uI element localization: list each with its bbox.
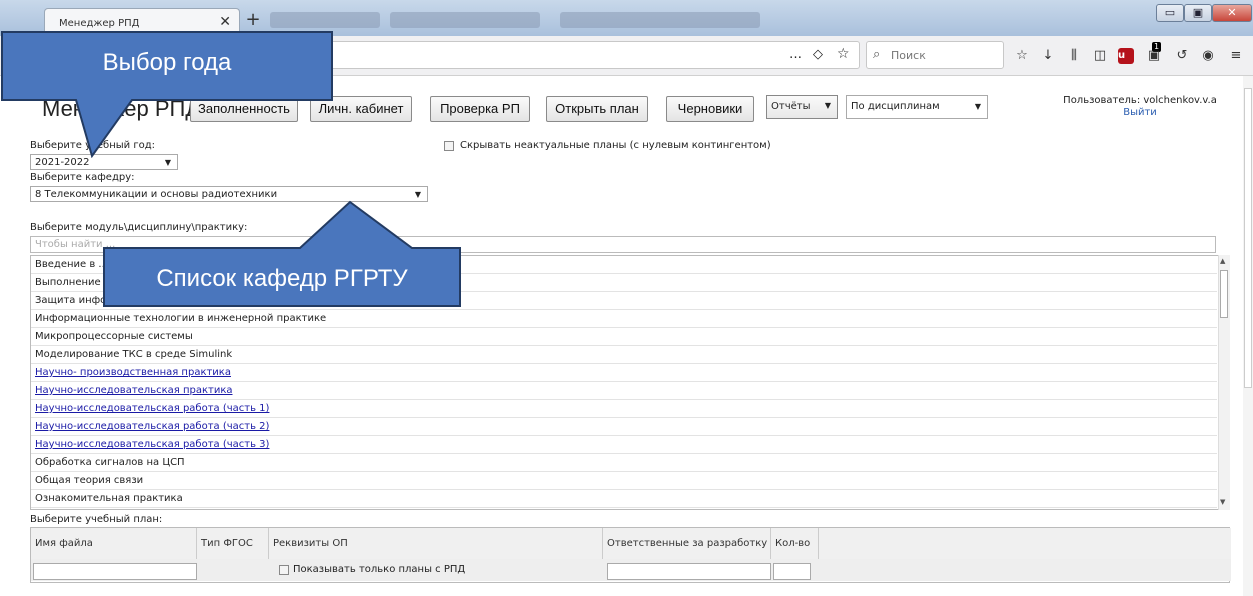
logout-link[interactable]: Выйти <box>1050 107 1230 118</box>
open-plan-button[interactable]: Открыть план <box>546 96 648 122</box>
column-header-op[interactable]: Реквизиты ОП <box>269 528 603 559</box>
filename-filter-input[interactable] <box>33 563 197 580</box>
search-input[interactable]: ⌕ Поиск <box>866 41 1004 69</box>
download-icon[interactable]: ↓ <box>1038 46 1058 66</box>
count-filter-input[interactable] <box>773 563 811 580</box>
reports-dropdown[interactable]: Отчёты ▼ <box>766 95 838 119</box>
maximize-button[interactable]: ▣ <box>1184 4 1212 22</box>
plan-table-filter-row: Показывать только планы с РПД <box>31 559 1231 581</box>
list-item[interactable]: Научно-исследовательская практика <box>31 382 1217 400</box>
chevron-down-icon: ▼ <box>974 102 981 111</box>
chevron-down-icon: ▼ <box>414 190 421 199</box>
year-callout-text: Выбор года <box>102 49 232 76</box>
list-item[interactable]: Обработка сигналов на ЦСП <box>31 454 1217 472</box>
reports-label: Отчёты <box>771 101 811 112</box>
view-select-value: По дисциплинам <box>851 101 940 112</box>
pocket-icon[interactable]: ◇ <box>813 47 823 62</box>
list-scrollbar-thumb[interactable] <box>1220 270 1228 318</box>
list-item[interactable]: Ознакомительная практика <box>31 490 1217 508</box>
check-rp-button[interactable]: Проверка РП <box>430 96 530 122</box>
list-item[interactable]: Научно-исследовательская работа (часть 1… <box>31 400 1217 418</box>
list-item[interactable]: Общая теория связи <box>31 472 1217 490</box>
list-item[interactable]: Информационные технологии в инженерной п… <box>31 310 1217 328</box>
account-icon[interactable]: ◉ <box>1198 46 1218 66</box>
responsible-filter-input[interactable] <box>607 563 771 580</box>
hide-irrelevant-checkbox[interactable] <box>444 141 454 151</box>
only-rpd-checkbox[interactable] <box>279 565 289 575</box>
blurred-tab[interactable] <box>560 12 760 28</box>
scroll-up-icon[interactable]: ▲ <box>1220 257 1225 265</box>
blurred-tab[interactable] <box>390 12 540 28</box>
menu-icon[interactable]: ≡ <box>1226 46 1246 66</box>
column-header-fgos[interactable]: Тип ФГОС <box>197 528 269 559</box>
extension-icon[interactable]: ▣ <box>1144 46 1164 66</box>
ublock-icon[interactable]: u <box>1118 48 1134 64</box>
column-header-count[interactable]: Кол-во <box>771 528 819 559</box>
bookmark-star-icon[interactable]: ☆ <box>837 46 850 62</box>
plan-table: Имя файла Тип ФГОС Реквизиты ОП Ответств… <box>30 527 1231 583</box>
page-actions-icon[interactable]: … <box>789 47 802 62</box>
column-header-responsible[interactable]: Ответственные за разработку <box>603 528 771 559</box>
user-label: Пользователь: volchenkov.v.a <box>1063 95 1217 106</box>
list-item[interactable]: Моделирование ТКС в среде Simulink <box>31 346 1217 364</box>
scroll-down-icon[interactable]: ▼ <box>1220 498 1225 506</box>
address-bar[interactable]: … ◇ ☆ <box>300 41 860 69</box>
plan-table-header: Имя файла Тип ФГОС Реквизиты ОП Ответств… <box>31 528 1231 560</box>
column-header-filename[interactable]: Имя файла <box>31 528 197 559</box>
history-icon[interactable]: ↺ <box>1172 46 1192 66</box>
list-item[interactable]: Научно-исследовательская работа (часть 2… <box>31 418 1217 436</box>
list-item[interactable]: Научно- производственная практика <box>31 364 1217 382</box>
department-select-value: 8 Телекоммуникации и основы радиотехники <box>35 189 278 200</box>
page-scrollbar-thumb[interactable] <box>1244 88 1252 388</box>
search-icon: ⌕ <box>873 47 881 62</box>
minimize-button[interactable]: ▭ <box>1156 4 1184 22</box>
year-select-value: 2021-2022 <box>35 157 90 168</box>
only-rpd-label: Показывать только планы с РПД <box>293 564 466 575</box>
chevron-down-icon: ▼ <box>824 101 831 110</box>
department-label: Выберите кафедру: <box>30 172 135 183</box>
chevron-down-icon: ▼ <box>164 158 171 167</box>
hide-irrelevant-label: Скрывать неактуальные планы (с нулевым к… <box>460 140 771 151</box>
view-select[interactable]: По дисциплинам ▼ <box>846 95 988 119</box>
search-placeholder: Поиск <box>891 49 926 62</box>
window-close-button[interactable]: ✕ <box>1212 4 1252 22</box>
bookmarks-icon[interactable]: ☆ <box>1012 46 1032 66</box>
plan-label: Выберите учебный план: <box>30 514 163 525</box>
drafts-button[interactable]: Черновики <box>666 96 754 122</box>
department-callout-text: Список кафедр РГРТУ <box>156 265 408 292</box>
library-icon[interactable]: ⫼ <box>1064 46 1084 66</box>
sidebar-icon[interactable]: ◫ <box>1090 46 1110 66</box>
blurred-tab[interactable] <box>270 12 380 28</box>
list-item[interactable]: Научно-исследовательская работа (часть 3… <box>31 436 1217 454</box>
list-item[interactable]: Микропроцессорные системы <box>31 328 1217 346</box>
